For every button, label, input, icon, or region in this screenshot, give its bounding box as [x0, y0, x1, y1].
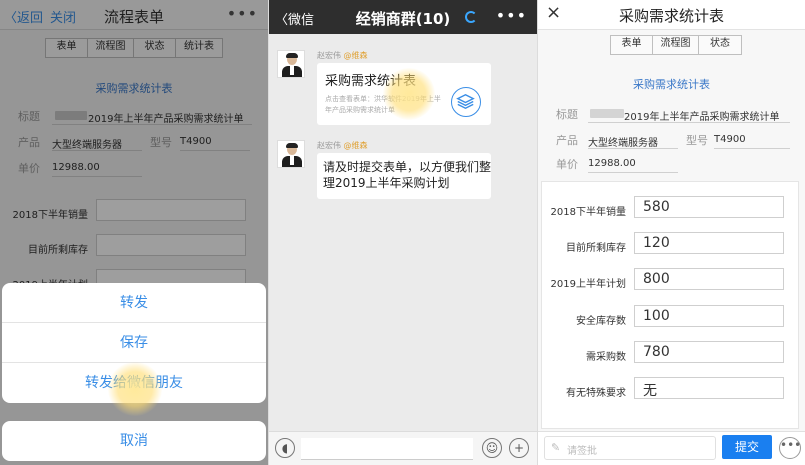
mention-label: @维森 [343, 51, 368, 60]
form-screen: 〈返回 关闭 流程表单 ••• 表单 流程图 状态 统计表 采购需求统计表 标题… [0, 0, 268, 465]
field-underline [714, 148, 790, 149]
quantity-value: 580 [643, 199, 670, 215]
product-label: 产品 [556, 134, 578, 147]
sender-name: 赵宏伟 @维森 [317, 140, 368, 151]
quantity-input[interactable]: 580 [634, 196, 784, 218]
cancel-button[interactable]: 取消 [2, 421, 266, 461]
tab-bar: 表单 流程图 状态 [610, 35, 742, 55]
comment-input[interactable]: ✎ 请签批 [544, 436, 716, 460]
loading-icon [465, 11, 477, 23]
text-message[interactable]: 请及时提交表单，以方便我们整理2019上半年采购计划 [317, 153, 491, 199]
comment-placeholder: 请签批 [567, 446, 597, 457]
product-value: 大型终端服务器 [588, 138, 658, 149]
mention-label: @维森 [343, 141, 368, 150]
avatar[interactable] [277, 140, 305, 168]
form-title: 采购需求统计表 [633, 78, 710, 91]
form-filled-screen: × 采购需求统计表 表单 流程图 状态 采购需求统计表 标题 2019年上半年产… [538, 0, 805, 465]
save-button[interactable]: 保存 [2, 323, 266, 363]
quantity-input[interactable]: 800 [634, 268, 784, 290]
field-underline [588, 148, 678, 149]
field-underline [588, 122, 790, 123]
nav-bar: × 采购需求统计表 [538, 0, 805, 30]
more-icon[interactable]: ••• [496, 6, 527, 25]
message-text: 请及时提交表单，以方便我们整理2019上半年采购计划 [323, 160, 492, 190]
price-value: 12988.00 [588, 158, 636, 169]
quantity-label: 2019上半年计划 [550, 279, 626, 290]
quantity-input[interactable]: 无 [634, 377, 784, 399]
quantity-label: 需采购数 [586, 352, 626, 363]
tab-form[interactable]: 表单 [611, 36, 653, 54]
sender-label: 赵宏伟 [317, 141, 341, 150]
nav-bar: 〈微信 经销商群(10) ••• [269, 0, 537, 34]
emoji-icon[interactable]: ☺ [482, 438, 502, 458]
action-bar: ✎ 请签批 提交 ••• [538, 431, 805, 465]
tab-flowchart[interactable]: 流程图 [653, 36, 699, 54]
model-value: T4900 [714, 134, 746, 145]
quantity-label: 安全库存数 [576, 316, 626, 327]
quantity-value: 800 [643, 271, 670, 287]
forward-button[interactable]: 转发 [2, 283, 266, 323]
chat-input-bar: ◖ ☺ + [269, 431, 537, 465]
redacted-text [590, 109, 624, 118]
pencil-icon: ✎ [551, 441, 561, 454]
sender-name: 赵宏伟 @维森 [317, 50, 368, 61]
model-label: 型号 [686, 134, 708, 147]
quantity-value: 无 [643, 383, 657, 399]
quantity-value: 120 [643, 235, 670, 251]
voice-icon[interactable]: ◖ [275, 438, 295, 458]
quantity-label: 有无特殊要求 [566, 388, 626, 399]
quantity-label: 2018下半年销量 [550, 207, 626, 218]
chat-screen: 〈微信 经销商群(10) ••• 赵宏伟 @维森 采购需求统计表 点击查看表单：… [269, 0, 537, 465]
submit-button[interactable]: 提交 [722, 435, 772, 459]
tab-status[interactable]: 状态 [699, 36, 741, 54]
avatar[interactable] [277, 50, 305, 78]
touch-indicator [108, 362, 162, 416]
quantity-label: 目前所剩库存 [566, 243, 626, 254]
quantity-input[interactable]: 100 [634, 305, 784, 327]
page-title: 采购需求统计表 [618, 7, 724, 25]
quantity-input[interactable]: 120 [634, 232, 784, 254]
title-value: 2019年上半年产品采购需求统计单 [624, 112, 780, 123]
cancel-sheet: 取消 [2, 421, 266, 461]
quantity-input[interactable]: 780 [634, 341, 784, 363]
quantity-value: 100 [643, 308, 670, 324]
layers-icon [451, 87, 481, 117]
title-label: 标题 [556, 108, 578, 121]
touch-indicator [383, 68, 435, 120]
sender-label: 赵宏伟 [317, 51, 341, 60]
price-label: 单价 [556, 158, 578, 171]
field-underline [588, 172, 678, 173]
plus-icon[interactable]: + [509, 438, 529, 458]
more-icon[interactable]: ••• [779, 437, 801, 459]
quantity-value: 780 [643, 344, 670, 360]
message-input[interactable] [301, 438, 473, 460]
